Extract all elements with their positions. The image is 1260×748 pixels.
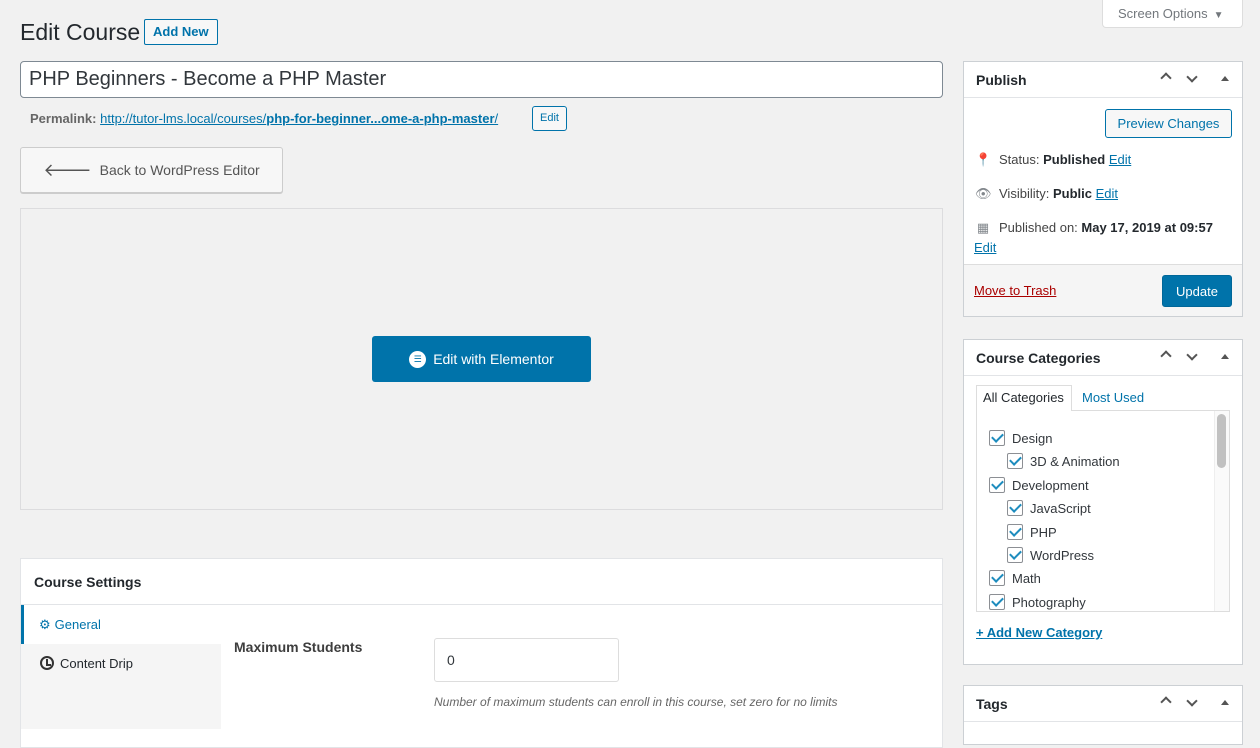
category-label: PHP — [1030, 524, 1057, 540]
visibility-row: 👁 Visibility: Public Edit — [975, 186, 1118, 202]
preview-changes-button[interactable]: Preview Changes — [1105, 109, 1232, 138]
category-item[interactable]: PHP — [989, 523, 1120, 543]
permalink-label: Permalink: — [30, 111, 97, 126]
category-label: Math — [1012, 571, 1041, 587]
category-label: 3D & Animation — [1030, 454, 1120, 470]
tab-general[interactable]: ⚙ General — [21, 605, 221, 644]
tab-most-used[interactable]: Most Used — [1082, 390, 1144, 405]
page-title: Edit Course — [20, 19, 141, 45]
back-to-wordpress-editor-button[interactable]: 🡐 Back to WordPress Editor — [20, 147, 283, 193]
course-settings-title: Course Settings — [34, 574, 142, 590]
publish-box-title: Publish — [976, 72, 1027, 88]
status-label: Status: — [999, 152, 1040, 167]
move-up-icon[interactable] — [1160, 348, 1172, 363]
category-checklist: Design 3D & Animation Development JavaSc… — [976, 410, 1230, 612]
maximum-students-label: Maximum Students — [234, 639, 363, 655]
tab-all-categories[interactable]: All Categories — [976, 385, 1072, 411]
published-on-value: May 17, 2019 at 09:57 — [1081, 220, 1213, 235]
visibility-value: Public — [1052, 186, 1092, 201]
back-button-label: Back to WordPress Editor — [99, 162, 260, 178]
move-up-icon[interactable] — [1160, 694, 1172, 709]
eye-icon: 👁 — [975, 186, 992, 201]
caret-down-icon: ▼ — [1213, 10, 1224, 21]
category-label: JavaScript — [1030, 501, 1091, 517]
publish-box-header: Publish — [964, 62, 1242, 98]
category-item[interactable]: Development — [989, 476, 1120, 496]
move-down-icon[interactable] — [1186, 694, 1198, 708]
elementor-button-label: Edit with Elementor — [433, 351, 554, 367]
status-edit-link[interactable]: Edit — [1109, 152, 1131, 167]
maximum-students-input[interactable] — [434, 638, 619, 682]
permalink-edit-button[interactable]: Edit — [532, 106, 567, 131]
visibility-edit-link[interactable]: Edit — [1096, 186, 1118, 201]
clock-icon — [40, 656, 54, 670]
screen-options-label: Screen Options — [1118, 6, 1208, 21]
checkbox-checked-icon[interactable] — [989, 430, 1005, 446]
edit-with-elementor-button[interactable]: ☰ Edit with Elementor — [372, 336, 591, 382]
checkbox-checked-icon[interactable] — [1007, 546, 1023, 563]
update-button[interactable]: Update — [1162, 275, 1232, 307]
status-value: Published — [1043, 152, 1106, 167]
published-on-edit-link[interactable]: Edit — [974, 240, 996, 255]
category-label: Photography — [1012, 594, 1086, 610]
move-up-icon[interactable] — [1160, 70, 1172, 85]
collapse-toggle-icon[interactable] — [1221, 700, 1229, 705]
gear-icon: ⚙ — [39, 617, 51, 632]
permalink-trail: / — [494, 111, 499, 126]
checkbox-checked-icon[interactable] — [1007, 453, 1023, 470]
categories-box-title: Course Categories — [976, 350, 1101, 366]
permalink-slug: php-for-beginner...ome-a-php-master — [266, 111, 495, 126]
checkbox-checked-icon[interactable] — [989, 476, 1005, 493]
permalink-row: Permalink: http://tutor-lms.local/course… — [30, 110, 498, 128]
move-down-icon[interactable] — [1186, 348, 1198, 362]
maximum-students-help: Number of maximum students can enroll in… — [434, 695, 838, 709]
category-item[interactable]: JavaScript — [989, 499, 1120, 519]
checkbox-checked-icon[interactable] — [989, 570, 1005, 587]
collapse-toggle-icon[interactable] — [1221, 76, 1229, 81]
arrow-left-icon: 🡐 — [43, 159, 92, 180]
add-new-button[interactable]: Add New — [144, 19, 218, 45]
category-scrollbar-thumb[interactable] — [1217, 414, 1226, 468]
move-to-trash-link[interactable]: Move to Trash — [974, 283, 1056, 298]
category-label: Development — [1012, 477, 1089, 493]
tags-box-title: Tags — [976, 696, 1008, 712]
tags-box-header: Tags — [964, 686, 1242, 722]
published-on-row: ▦ Published on: May 17, 2019 at 09:57 — [975, 220, 1213, 236]
pin-icon: 📍 — [975, 152, 992, 167]
checkbox-checked-icon[interactable] — [1007, 500, 1023, 517]
tab-content-drip-label: Content Drip — [60, 656, 133, 671]
categories-box-header: Course Categories — [964, 340, 1242, 376]
collapse-toggle-icon[interactable] — [1221, 354, 1229, 359]
permalink-link[interactable]: http://tutor-lms.local/courses/php-for-b… — [100, 111, 498, 126]
category-item[interactable]: Math — [989, 569, 1120, 589]
status-row: 📍 Status: Published Edit — [975, 152, 1131, 168]
screen-options-button[interactable]: Screen Options ▼ — [1102, 0, 1243, 28]
tab-content-drip[interactable]: Content Drip — [21, 644, 221, 683]
elementor-icon: ☰ — [409, 350, 427, 368]
tags-box: Tags — [963, 685, 1243, 745]
category-item[interactable]: 3D & Animation — [989, 452, 1120, 472]
permalink-base: http://tutor-lms.local/courses/ — [100, 111, 267, 126]
category-label: Design — [1012, 431, 1053, 446]
category-label: WordPress — [1030, 547, 1095, 563]
category-item[interactable]: WordPress — [989, 546, 1120, 566]
calendar-icon: ▦ — [976, 220, 990, 235]
category-item[interactable]: Photography — [989, 593, 1120, 611]
checkbox-checked-icon[interactable] — [989, 593, 1005, 610]
visibility-label: Visibility: — [999, 186, 1050, 201]
category-item[interactable]: Design — [989, 429, 1120, 449]
post-title-input[interactable] — [20, 61, 943, 98]
add-new-category-link[interactable]: + Add New Category — [976, 625, 1102, 640]
tab-general-label: General — [54, 617, 101, 632]
move-down-icon[interactable] — [1186, 70, 1198, 84]
published-on-label: Published on: — [999, 220, 1078, 235]
checkbox-checked-icon[interactable] — [1007, 523, 1023, 540]
